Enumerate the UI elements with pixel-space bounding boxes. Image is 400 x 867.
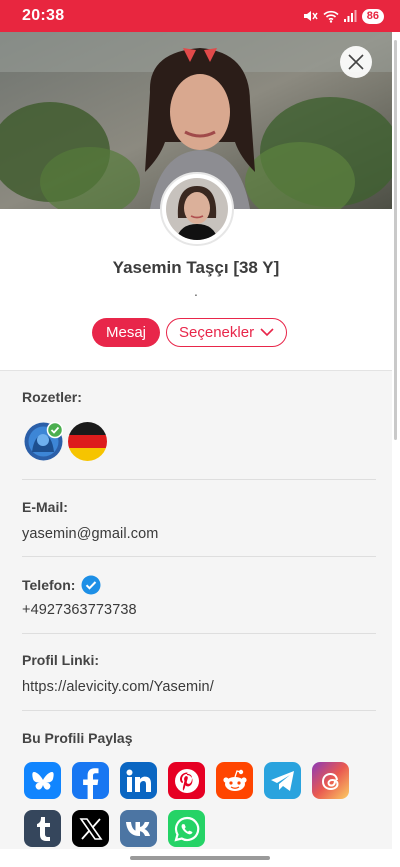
divider: [22, 556, 376, 557]
close-button[interactable]: [340, 46, 372, 78]
avatar[interactable]: [160, 172, 234, 246]
share-section: Bu Profili Paylaş: [22, 730, 376, 746]
profile-subtitle: .: [194, 283, 198, 299]
divider: [22, 479, 376, 480]
message-button[interactable]: Mesaj: [92, 318, 161, 347]
badges-section: Rozetler:: [22, 389, 376, 405]
telegram-icon: [270, 770, 294, 791]
facebook-icon: [83, 768, 99, 799]
message-button-label: Mesaj: [106, 324, 147, 341]
bluesky-icon: [31, 771, 54, 790]
share-whatsapp-button[interactable]: [168, 810, 205, 847]
options-button[interactable]: Seçenekler: [166, 318, 288, 347]
email-value[interactable]: yasemin@gmail.com: [22, 526, 376, 542]
vk-icon: [125, 821, 150, 836]
share-linkedin-button[interactable]: [120, 762, 157, 799]
options-button-label: Seçenekler: [179, 324, 255, 341]
home-indicator[interactable]: [130, 856, 270, 860]
share-label: Bu Profili Paylaş: [22, 730, 133, 746]
badges-list: [24, 421, 107, 461]
share-threads-button[interactable]: [312, 762, 349, 799]
verified-icon: [81, 575, 101, 595]
phone-value[interactable]: +4927363773738: [22, 602, 376, 618]
badges-label: Rozetler:: [22, 389, 82, 405]
status-bar: 20:38 86: [0, 0, 400, 32]
mute-icon: [303, 11, 318, 21]
avatar-image: [166, 178, 228, 240]
share-buttons-row-2: [24, 810, 205, 847]
email-section: E-Mail: yasemin@gmail.com: [22, 499, 376, 542]
share-pinterest-button[interactable]: [168, 762, 205, 799]
pinterest-icon: [174, 768, 199, 793]
share-bluesky-button[interactable]: [24, 762, 61, 799]
community-badge-icon: [24, 421, 64, 461]
email-label: E-Mail:: [22, 499, 68, 515]
share-buttons-row-1: [24, 762, 349, 799]
linkedin-icon: [126, 769, 151, 792]
profile-name: Yasemin Taşçı [38 Y]: [112, 258, 280, 277]
phone-label-row: Telefon:: [22, 575, 376, 595]
profile-link-label: Profil Linki:: [22, 652, 99, 668]
germany-flag-badge[interactable]: [68, 422, 107, 461]
wifi-icon: [323, 10, 339, 23]
status-icons: 86: [302, 8, 384, 24]
phone-label: Telefon:: [22, 577, 76, 593]
profile-link-value[interactable]: https://alevicity.com/Yasemin/: [22, 679, 376, 695]
reddit-icon: [222, 769, 247, 791]
whatsapp-icon: [173, 816, 199, 842]
profile-actions: Mesaj Seçenekler: [92, 318, 288, 347]
verified-community-badge[interactable]: [24, 421, 64, 461]
chevron-down-icon: [260, 328, 274, 337]
share-tumblr-button[interactable]: [24, 810, 61, 847]
germany-flag-icon: [68, 422, 107, 461]
scrollbar[interactable]: [394, 40, 397, 440]
divider: [22, 633, 376, 634]
share-vk-button[interactable]: [120, 810, 157, 847]
profile-link-section: Profil Linki: https://alevicity.com/Yase…: [22, 652, 376, 695]
threads-icon: [321, 772, 339, 790]
divider: [22, 710, 376, 711]
close-icon: [348, 54, 364, 70]
x-icon: [78, 817, 103, 840]
share-x-button[interactable]: [72, 810, 109, 847]
share-telegram-button[interactable]: [264, 762, 301, 799]
share-reddit-button[interactable]: [216, 762, 253, 799]
signal-icon: [343, 10, 357, 22]
tumblr-icon: [36, 816, 50, 841]
share-facebook-button[interactable]: [72, 762, 109, 799]
battery-badge: 86: [361, 8, 384, 24]
status-time: 20:38: [22, 7, 65, 24]
phone-section: Telefon: +4927363773738: [22, 575, 376, 618]
